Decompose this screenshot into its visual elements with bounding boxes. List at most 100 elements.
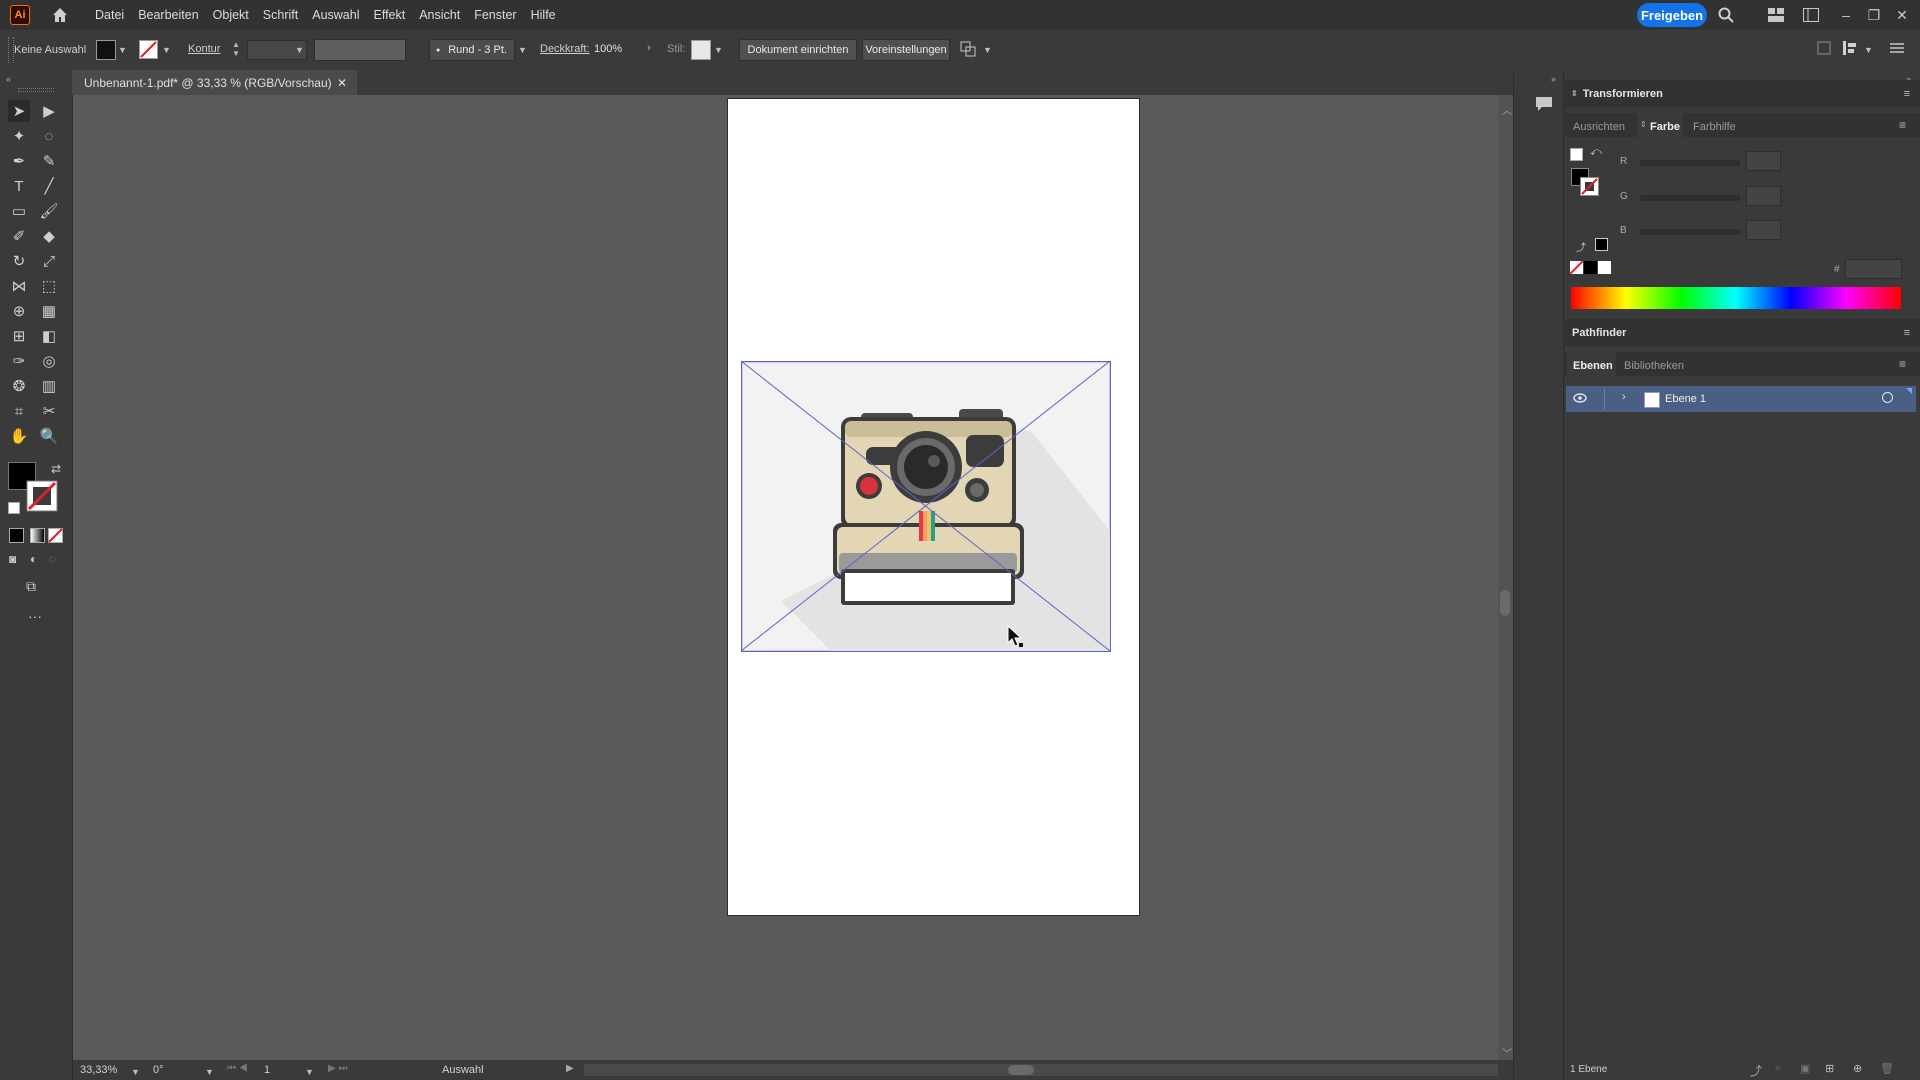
artboard-number[interactable]: 1	[264, 1064, 270, 1076]
out-of-gamut-icon[interactable]: ⤴	[1576, 239, 1586, 254]
free-transform-tool-icon[interactable]: ⬚	[38, 275, 60, 297]
type-tool-icon[interactable]: T	[8, 175, 30, 197]
swap-fill-stroke-icon[interactable]: ⤺	[1590, 146, 1602, 159]
locate-object-icon[interactable]: ⌕	[1775, 1062, 1781, 1075]
tab-ebenen[interactable]: Ebenen	[1573, 360, 1613, 372]
menu-auswahl[interactable]: Auswahl	[305, 8, 366, 22]
minimize-icon[interactable]: –	[1835, 4, 1857, 26]
draw-inside-icon[interactable]: ◌	[49, 552, 62, 566]
color-spectrum[interactable]	[1571, 287, 1901, 309]
menu-schrift[interactable]: Schrift	[256, 8, 305, 22]
stroke-weight-stepper[interactable]: ▲ ▼	[232, 40, 242, 58]
swap-colors-icon[interactable]: ⇄	[51, 462, 61, 476]
channel-b-slider[interactable]	[1640, 229, 1740, 235]
magic-wand-tool-icon[interactable]: ✦	[8, 125, 30, 147]
stroke-weight-dropdown-icon[interactable]: ▼	[295, 45, 304, 55]
gradient-mode-icon[interactable]	[30, 528, 45, 543]
clipping-mask-icon[interactable]: ▣	[1800, 1062, 1810, 1075]
status-expand-icon[interactable]: ▶	[566, 1063, 574, 1074]
edit-toolbar-icon[interactable]: ···	[28, 608, 42, 624]
document-setup-button[interactable]: Dokument einrichten	[739, 39, 857, 61]
paintbrush-tool-icon[interactable]: 🖌	[38, 200, 60, 222]
perspective-grid-tool-icon[interactable]: ▦	[38, 300, 60, 322]
rotation-dropdown-icon[interactable]: ▼	[205, 1067, 214, 1077]
channel-r-slider[interactable]	[1640, 160, 1740, 166]
opacity-label[interactable]: Deckkraft:	[540, 43, 590, 55]
line-tool-icon[interactable]: ╱	[38, 175, 60, 197]
layer-target-icon[interactable]	[1882, 392, 1893, 403]
opacity-expand-icon[interactable]: ›	[647, 42, 651, 54]
tab-bibliotheken[interactable]: Bibliotheken	[1624, 360, 1684, 372]
menu-effekt[interactable]: Effekt	[366, 8, 412, 22]
collapse-strip-icon[interactable]: »	[1551, 74, 1556, 84]
document-tab[interactable]: Unbenannt-1.pdf* @ 33,33 % (RGB/Vorschau…	[72, 70, 357, 95]
mesh-tool-icon[interactable]: ⊞	[8, 325, 30, 347]
channel-r-input[interactable]	[1746, 151, 1781, 171]
menu-objekt[interactable]: Objekt	[206, 8, 256, 22]
arrange-dropdown-icon[interactable]: ▼	[983, 45, 992, 55]
rotate-tool-icon[interactable]: ↻	[8, 250, 30, 272]
black-swatch[interactable]	[1584, 261, 1597, 274]
stroke-color-box[interactable]	[26, 480, 58, 512]
draw-behind-icon[interactable]: ◐	[30, 552, 43, 566]
scroll-up-icon[interactable]: ︿	[1502, 102, 1512, 117]
align-icon[interactable]	[1842, 40, 1858, 56]
search-icon[interactable]	[1717, 6, 1735, 24]
menu-bearbeiten[interactable]: Bearbeiten	[131, 8, 205, 22]
artboard-first-prev-icon[interactable]: ⏮ ◀	[227, 1063, 248, 1074]
draw-normal-icon[interactable]: ◙	[9, 552, 22, 566]
none-swatch[interactable]	[1570, 261, 1583, 274]
eyedropper-tool-icon[interactable]: ✑	[8, 350, 30, 372]
tab-farbhilfe[interactable]: Farbhilfe	[1693, 121, 1736, 133]
maximize-icon[interactable]: ❐	[1863, 4, 1885, 26]
tab-farbe[interactable]: Farbe	[1650, 121, 1680, 133]
menu-fenster[interactable]: Fenster	[467, 8, 523, 22]
rectangle-tool-icon[interactable]: ▭	[8, 200, 30, 222]
close-tab-icon[interactable]: ✕	[337, 76, 347, 90]
artboard-dropdown-icon[interactable]: ▼	[305, 1067, 314, 1077]
arrange-icon[interactable]	[960, 41, 976, 57]
transform-panel-header[interactable]: ⇕ Transformieren ≡	[1563, 80, 1920, 107]
transform-menu-icon[interactable]: ≡	[1904, 88, 1910, 100]
fill-swatch[interactable]	[96, 40, 116, 60]
close-window-icon[interactable]: ✕	[1891, 4, 1913, 26]
symbol-sprayer-tool-icon[interactable]: ❂	[8, 375, 30, 397]
pathfinder-panel-header[interactable]: Pathfinder ≡	[1563, 319, 1920, 346]
white-swatch[interactable]	[1598, 261, 1611, 274]
web-safe-swatch[interactable]	[1595, 238, 1608, 251]
opacity-value[interactable]: 100%	[594, 43, 622, 55]
transform-expand-icon[interactable]: ⇕	[1571, 89, 1578, 98]
column-graph-tool-icon[interactable]: ▥	[38, 375, 60, 397]
scale-tool-icon[interactable]: ⤢	[38, 250, 60, 272]
tab-ausrichten[interactable]: Ausrichten	[1573, 121, 1625, 133]
align-dropdown-icon[interactable]: ▼	[1864, 45, 1873, 55]
home-icon[interactable]	[50, 5, 70, 25]
style-dropdown-icon[interactable]: ▼	[714, 45, 723, 55]
layer-row[interactable]	[1566, 386, 1916, 412]
camera-illustration[interactable]	[741, 361, 1111, 652]
width-tool-icon[interactable]: ⋈	[8, 275, 30, 297]
new-layer-icon[interactable]: ⊕	[1853, 1062, 1862, 1075]
direct-selection-tool-icon[interactable]: ▶	[38, 100, 60, 122]
collapse-tools-icon[interactable]: «	[6, 74, 11, 84]
channel-b-input[interactable]	[1746, 220, 1781, 240]
brush-dropdown-icon[interactable]: ▼	[518, 45, 527, 55]
pathfinder-menu-icon[interactable]: ≡	[1904, 327, 1910, 339]
stroke-dropdown-icon[interactable]: ▼	[162, 45, 171, 55]
horizontal-scrollbar[interactable]	[584, 1064, 1498, 1076]
hand-tool-icon[interactable]: ✋	[8, 425, 30, 447]
menu-datei[interactable]: Datei	[88, 8, 131, 22]
lasso-tool-icon[interactable]: ◌	[38, 125, 60, 147]
pen-tool-icon[interactable]: ✒	[8, 150, 30, 172]
default-colors-icon[interactable]	[8, 502, 20, 514]
channel-g-slider[interactable]	[1640, 195, 1740, 201]
none-mode-icon[interactable]	[48, 528, 63, 543]
zoom-level[interactable]: 33,33%	[80, 1064, 117, 1076]
hex-input[interactable]	[1845, 259, 1902, 279]
horizontal-scroll-thumb[interactable]	[1008, 1065, 1034, 1075]
preferences-button[interactable]: Voreinstellungen	[862, 39, 950, 61]
control-menu-icon[interactable]	[1890, 42, 1904, 54]
color-panel-stroke[interactable]	[1580, 177, 1599, 196]
screen-mode-icon[interactable]: ⧉	[26, 578, 46, 594]
color-expand-icon[interactable]: ⇕	[1640, 120, 1647, 129]
